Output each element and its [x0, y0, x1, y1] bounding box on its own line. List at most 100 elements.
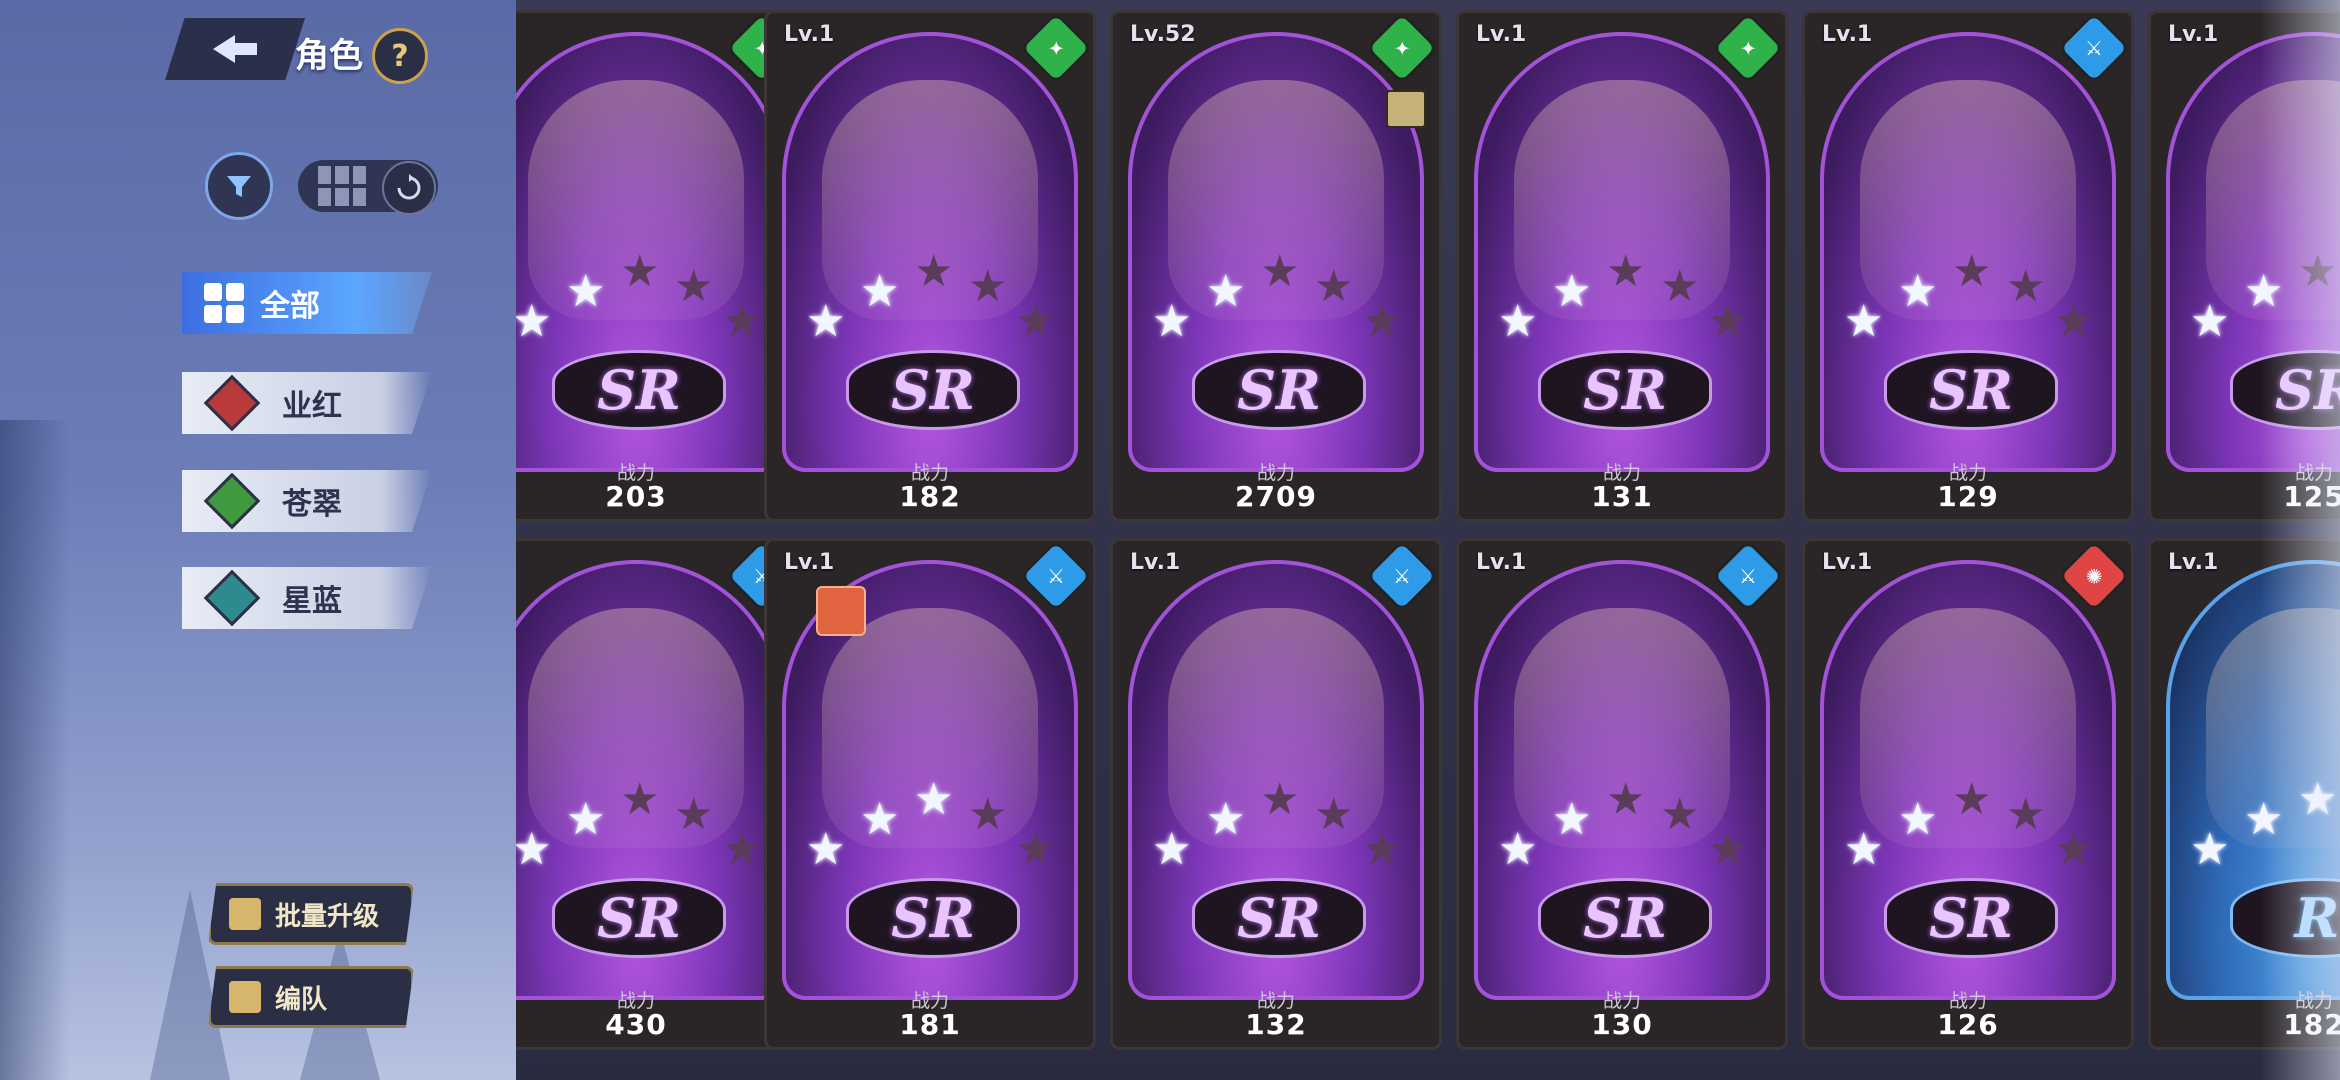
character-card[interactable]: ✦ ★ ★ ★ ★ ★ SR 战力 203 [516, 10, 802, 522]
power-value: 125 [2283, 480, 2340, 513]
left-panel: 角色 ? 全部 业红 苍翠 星蓝 批量升级 编队 [0, 0, 540, 1080]
category-label: 全部 [260, 289, 320, 324]
rarity-badge: SR [1884, 350, 2058, 430]
star-icon: ★ [1606, 774, 1646, 825]
power-value: 182 [2283, 1008, 2340, 1041]
power-value: 129 [1937, 480, 1999, 513]
character-card[interactable]: Lv.1 ✺ ★ ★ ★ ★ ★ SR 战力 126 [1802, 538, 2134, 1050]
green-gem-icon [203, 472, 261, 530]
grid-icon [318, 166, 366, 206]
element-glyph: ✦ [1393, 35, 1411, 60]
star-icon: ★ [1952, 246, 1992, 297]
refresh-button[interactable] [382, 161, 436, 215]
back-button[interactable] [165, 18, 305, 80]
character-card[interactable]: Lv.1 ✦ ★ ★ ★ ★ ★ SR 战力 131 [1456, 10, 1788, 522]
star-icon: ★ [1016, 296, 1056, 347]
star-icon: ★ [620, 774, 660, 825]
star-icon: ★ [1660, 789, 1700, 840]
character-card[interactable]: Lv.52 ✦ ★ ★ ★ ★ ★ SR 战力 2709 [1110, 10, 1442, 522]
star-rating: ★★★★★ [2190, 250, 2340, 350]
rarity-badge: SR [552, 878, 726, 958]
batch-upgrade-label: 批量升级 [275, 901, 380, 932]
star-rating: ★★★★★ [2190, 778, 2340, 878]
power-value: 132 [1245, 1008, 1307, 1041]
card-level: Lv.1 [2168, 550, 2219, 575]
batch-upgrade-button[interactable]: 批量升级 [208, 883, 414, 945]
star-rating: ★★★★★ [1152, 778, 1402, 878]
character-card[interactable]: Lv.1 ✦ ★ ★ ★ ★ ★ SR 战力 182 [764, 10, 1096, 522]
view-toggle[interactable] [298, 160, 438, 215]
star-icon: ★ [674, 789, 714, 840]
filter-button[interactable] [205, 152, 273, 220]
element-glyph: ⚔ [1393, 564, 1411, 588]
character-card[interactable]: Lv.1⚔★★★★★SR战力125 [2148, 10, 2340, 522]
star-icon: ★ [1552, 266, 1592, 317]
star-icon: ★ [566, 794, 606, 845]
star-icon: ★ [1016, 824, 1056, 875]
star-icon: ★ [1498, 296, 1538, 347]
star-icon: ★ [1152, 296, 1192, 347]
category-green-tab[interactable]: 苍翠 [182, 470, 432, 532]
star-icon: ★ [1708, 824, 1748, 875]
back-arrow-icon [213, 35, 257, 63]
star-icon: ★ [860, 794, 900, 845]
power-value: 181 [899, 1008, 961, 1041]
element-glyph: ⚔ [1047, 564, 1065, 588]
rarity-badge: SR [1192, 350, 1366, 430]
upgrade-icon [229, 898, 261, 930]
rarity-badge: SR [1538, 878, 1712, 958]
character-card[interactable]: Lv.1 ⚔ ★ ★ ★ ★ ★ SR 战力 130 [1456, 538, 1788, 1050]
help-button[interactable]: ? [372, 28, 428, 84]
card-level: Lv.1 [2168, 22, 2219, 47]
page-title: 角色 [295, 36, 363, 76]
character-card[interactable]: ⚔ ★ ★ ★ ★ ★ SR 战力 430 [516, 538, 802, 1050]
element-glyph: ✺ [2085, 563, 2103, 588]
team-button[interactable]: 编队 [208, 966, 414, 1028]
card-level: Lv.1 [1822, 550, 1873, 575]
star-icon: ★ [2006, 789, 2046, 840]
star-icon: ★ [1498, 824, 1538, 875]
star-icon: ★ [806, 824, 846, 875]
card-level: Lv.1 [784, 550, 835, 575]
character-grid: ✦ ★ ★ ★ ★ ★ SR 战力 203 Lv.1 ✦ ★ ★ ★ ★ ★ SR 战力 182 Lv.52 ✦ ★ ★ ★ ★… [516, 0, 2340, 1080]
category-red-tab[interactable]: 业红 [182, 372, 432, 434]
rarity-badge: SR [1192, 878, 1366, 958]
star-icon: ★ [1552, 794, 1592, 845]
star-icon: ★ [2006, 261, 2046, 312]
rarity-badge: SR [1884, 878, 2058, 958]
element-glyph: ✦ [1047, 35, 1065, 60]
rarity-badge: SR [846, 878, 1020, 958]
star-icon: ★ [2190, 296, 2230, 347]
star-icon: ★ [2190, 824, 2230, 875]
star-icon: ★ [1314, 261, 1354, 312]
star-icon: ★ [2244, 794, 2284, 845]
rarity-badge: SR [846, 350, 1020, 430]
category-all-tab[interactable]: 全部 [182, 272, 432, 334]
star-icon: ★ [2054, 296, 2094, 347]
skill-badge-icon [816, 586, 866, 636]
star-rating: ★★★★★ [1498, 250, 1748, 350]
star-icon: ★ [1660, 261, 1700, 312]
star-icon: ★ [722, 824, 762, 875]
star-icon: ★ [968, 261, 1008, 312]
category-blue-tab[interactable]: 星蓝 [182, 567, 432, 629]
star-rating: ★★★★★ [1152, 250, 1402, 350]
star-rating: ★★★★★ [1844, 250, 2094, 350]
power-value: 130 [1591, 1008, 1653, 1041]
teal-gem-icon [203, 569, 261, 627]
star-rating: ★★★★★ [516, 250, 762, 350]
star-rating: ★★★★★ [806, 778, 1056, 878]
star-icon: ★ [1708, 296, 1748, 347]
star-icon: ★ [1260, 246, 1300, 297]
star-icon: ★ [2054, 824, 2094, 875]
power-value: 182 [899, 480, 961, 513]
character-card[interactable]: Lv.1 ⚔ ★ ★ ★ ★ ★ SR 战力 132 [1110, 538, 1442, 1050]
character-card[interactable]: Lv.1 ⚔ ★ ★ ★ ★ ★ SR 战力 129 [1802, 10, 2134, 522]
star-rating: ★★★★★ [806, 250, 1056, 350]
star-icon: ★ [2244, 266, 2284, 317]
character-card[interactable]: Lv.1 ⚔ ★ ★ ★ ★ ★ SR 战力 181 [764, 538, 1096, 1050]
card-level: Lv.1 [1130, 550, 1181, 575]
character-card[interactable]: Lv.1✺★★★★★R战力182 [2148, 538, 2340, 1050]
element-glyph: ⚔ [1739, 564, 1757, 588]
rarity-badge: SR [552, 350, 726, 430]
